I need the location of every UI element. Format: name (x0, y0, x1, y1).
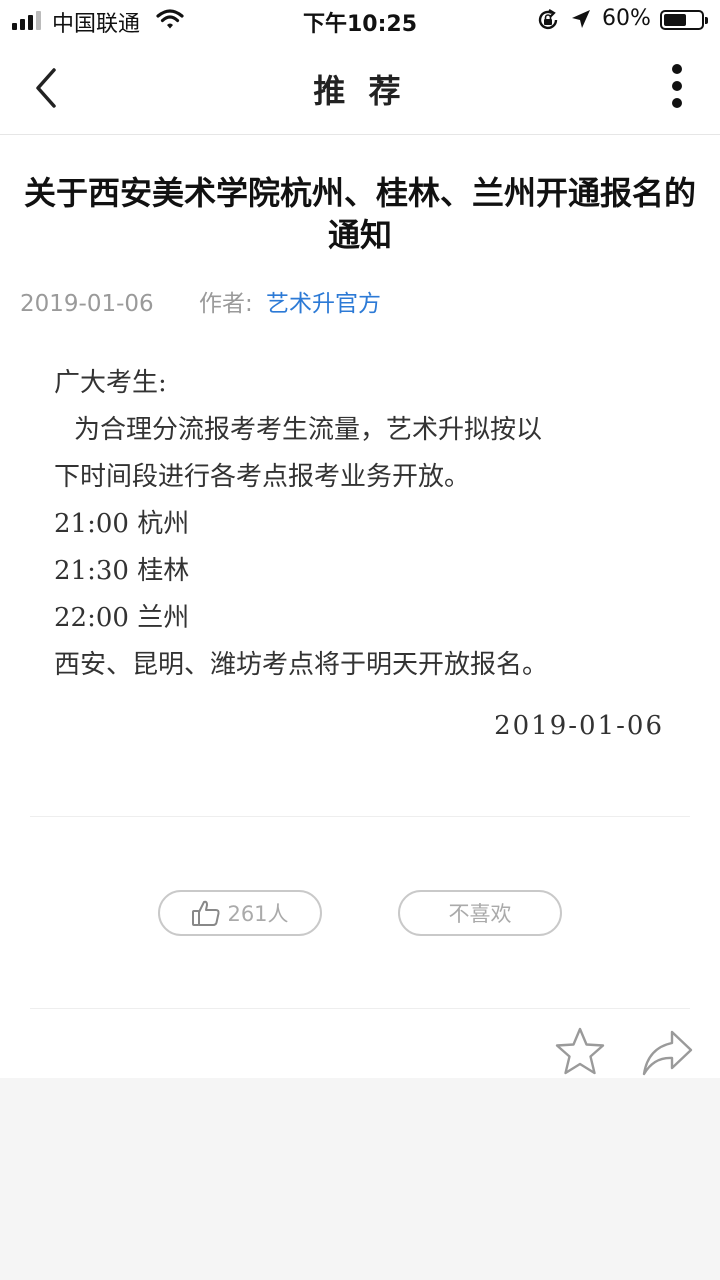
schedule-row: 22:00 兰州 (54, 595, 674, 642)
signed-date: 2019-01-06 (494, 711, 664, 741)
battery-icon (660, 10, 708, 30)
location-icon (570, 8, 592, 36)
more-vertical-icon[interactable] (662, 64, 692, 110)
like-button[interactable]: 261人 (158, 890, 322, 936)
dislike-button[interactable]: 不喜欢 (398, 890, 562, 936)
battery-fill (664, 14, 686, 26)
schedule-time: 21:00 (54, 509, 129, 539)
article-body: 广大考生: 为合理分流报考考生流量，艺术升拟按以 下时间段进行各考点报考业务开放… (54, 360, 674, 750)
author-label: 作者: (198, 291, 253, 317)
divider (30, 816, 690, 817)
share-arrow-icon[interactable] (640, 1028, 694, 1080)
author-link[interactable]: 艺术升官方 (266, 291, 381, 317)
article-page: 中国联通 下午10:25 60% 推 荐 关于西安美术学院杭州、桂林、兰州开通报… (0, 0, 720, 1078)
intro-line: 为合理分流报考考生流量，艺术升拟按以 (74, 415, 543, 445)
article-meta: 2019-01-06 作者: 艺术升官方 (20, 284, 381, 318)
nav-bar: 推 荐 (0, 40, 720, 135)
thumbs-up-icon (191, 899, 221, 927)
article-title: 关于西安美术学院杭州、桂林、兰州开通报名的通知 (23, 174, 696, 254)
bottom-blank-area (0, 1078, 720, 1280)
closing-line: 西安、昆明、潍坊考点将于明天开放报名。 (54, 650, 549, 680)
article-date: 2019-01-06 (20, 291, 154, 317)
battery-percentage: 60% (602, 6, 651, 31)
schedule-place: 兰州 (137, 603, 190, 633)
schedule-time: 22:00 (54, 603, 129, 633)
page-title: 推 荐 (313, 72, 407, 110)
star-icon[interactable] (554, 1026, 606, 1078)
schedule-place: 桂林 (137, 556, 190, 586)
schedule-time: 21:30 (54, 556, 129, 586)
rotation-lock-icon (536, 8, 560, 38)
divider (30, 1008, 690, 1009)
intro-line: 下时间段进行各考点报考业务开放。 (54, 462, 471, 492)
schedule-place: 杭州 (137, 509, 190, 539)
like-count: 261人 (227, 902, 289, 926)
status-bar: 中国联通 下午10:25 60% (0, 0, 720, 40)
dislike-label: 不喜欢 (448, 902, 512, 926)
schedule-row: 21:00 杭州 (54, 501, 674, 548)
greeting: 广大考生: (54, 368, 167, 398)
schedule-row: 21:30 桂林 (54, 548, 674, 595)
battery-nub (705, 17, 708, 24)
